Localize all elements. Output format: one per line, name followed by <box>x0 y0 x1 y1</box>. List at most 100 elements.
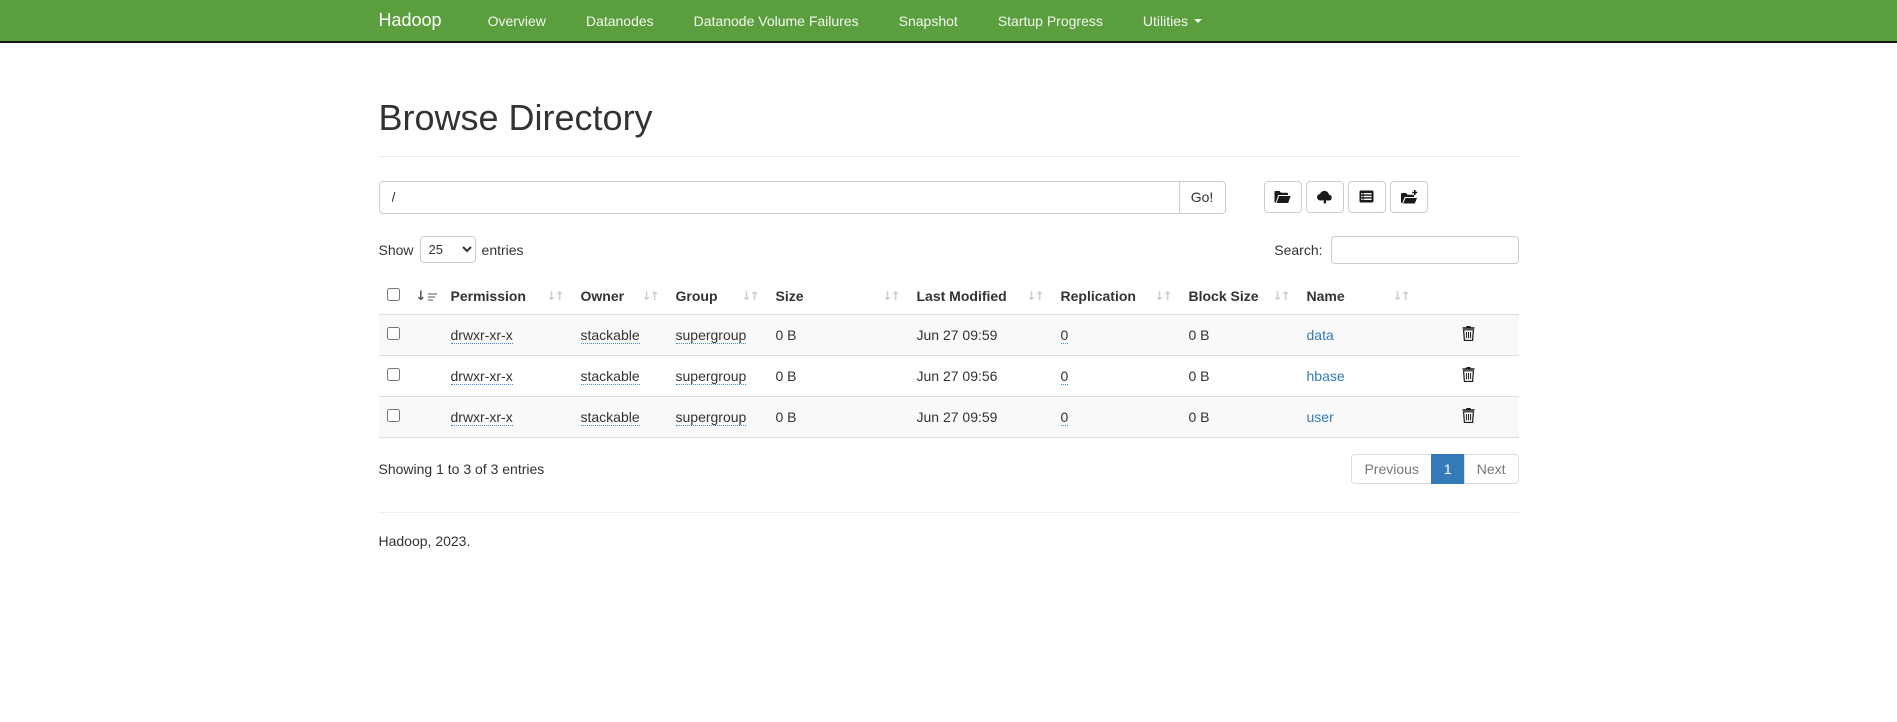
navbar-brand[interactable]: Hadoop <box>379 10 442 31</box>
owner-cell: stackable <box>573 356 668 397</box>
owner-value[interactable]: stackable <box>581 327 640 344</box>
go-button[interactable]: Go! <box>1179 181 1226 214</box>
open-directory-button[interactable] <box>1264 181 1302 213</box>
pagination-previous[interactable]: Previous <box>1351 454 1431 484</box>
group-value[interactable]: supergroup <box>676 368 747 385</box>
permission-value[interactable]: drwxr-xr-x <box>451 327 513 344</box>
upload-file-button[interactable] <box>1306 181 1344 213</box>
show-label: Show <box>379 242 414 258</box>
list-alt-icon <box>1359 190 1374 203</box>
directory-table: ↓Permission↓↑Owner↓↑Group↓↑Size↓↑Last Mo… <box>379 278 1519 439</box>
sort-icon: ↓↑ <box>882 289 898 303</box>
delete-button[interactable] <box>1462 408 1475 426</box>
trash-icon <box>1462 329 1475 344</box>
pagination-page-1[interactable]: 1 <box>1431 454 1465 484</box>
select-cell <box>379 315 443 356</box>
sort-icon: ↓↑ <box>1272 289 1288 303</box>
replication-cell: 0 <box>1053 356 1181 397</box>
replication-value[interactable]: 0 <box>1061 327 1069 344</box>
name-cell: hbase <box>1299 356 1419 397</box>
size-cell: 0 B <box>768 356 909 397</box>
sort-icon: ↓↑ <box>1154 289 1170 303</box>
size-cell: 0 B <box>768 315 909 356</box>
nav-item-utilities[interactable]: Utilities <box>1128 0 1217 41</box>
nav-item-datanodes[interactable]: Datanodes <box>571 0 669 41</box>
last-modified-cell: Jun 27 09:59 <box>909 397 1053 438</box>
new-folder-icon <box>1400 190 1418 204</box>
sort-icon: ↓↑ <box>546 289 562 303</box>
permission-cell: drwxr-xr-x <box>443 356 573 397</box>
owner-value[interactable]: stackable <box>581 368 640 385</box>
path-input-group: Go! <box>379 181 1226 214</box>
directory-path-input[interactable] <box>379 181 1180 214</box>
group-cell: supergroup <box>668 315 768 356</box>
select-all-checkbox[interactable] <box>387 288 400 301</box>
footer-text: Hadoop, 2023. <box>379 533 1519 549</box>
group-cell: supergroup <box>668 397 768 438</box>
column-header-permission[interactable]: Permission↓↑ <box>443 278 573 315</box>
last-modified-cell: Jun 27 09:56 <box>909 356 1053 397</box>
column-header-last_modified[interactable]: Last Modified↓↑ <box>909 278 1053 315</box>
owner-value[interactable]: stackable <box>581 409 640 426</box>
nav-item-datanode-volume-failures[interactable]: Datanode Volume Failures <box>679 0 874 41</box>
row-checkbox[interactable] <box>387 409 400 422</box>
column-header-name[interactable]: Name↓↑ <box>1299 278 1419 315</box>
select-cell <box>379 356 443 397</box>
replication-cell: 0 <box>1053 315 1181 356</box>
column-header-actions <box>1419 278 1519 315</box>
directory-link[interactable]: user <box>1307 409 1334 425</box>
table-row: drwxr-xr-xstackablesupergroup0 BJun 27 0… <box>379 315 1519 356</box>
replication-cell: 0 <box>1053 397 1181 438</box>
group-cell: supergroup <box>668 356 768 397</box>
table-body: drwxr-xr-xstackablesupergroup0 BJun 27 0… <box>379 315 1519 438</box>
size-cell: 0 B <box>768 397 909 438</box>
permission-cell: drwxr-xr-x <box>443 315 573 356</box>
column-header-select[interactable]: ↓ <box>379 278 443 315</box>
row-checkbox[interactable] <box>387 327 400 340</box>
folder-open-icon <box>1274 190 1291 204</box>
pagination-next[interactable]: Next <box>1464 454 1519 484</box>
navbar-menu: OverviewDatanodesDatanode Volume Failure… <box>468 0 1222 41</box>
search-input[interactable] <box>1331 236 1519 264</box>
replication-value[interactable]: 0 <box>1061 409 1069 426</box>
trash-icon <box>1462 370 1475 385</box>
search-label: Search: <box>1274 242 1322 258</box>
create-directory-button[interactable] <box>1390 181 1428 213</box>
column-label: Name <box>1307 288 1345 304</box>
nav-item-snapshot[interactable]: Snapshot <box>884 0 973 41</box>
column-header-replication[interactable]: Replication↓↑ <box>1053 278 1181 315</box>
cut-paste-button[interactable] <box>1348 181 1386 213</box>
directory-link[interactable]: data <box>1307 327 1334 343</box>
page-size-control: Show 25 entries <box>379 236 524 263</box>
actions-cell <box>1419 356 1519 397</box>
group-value[interactable]: supergroup <box>676 327 747 344</box>
column-header-size[interactable]: Size ↓↑ <box>768 278 909 315</box>
pagination: Previous 1 Next <box>1352 454 1518 484</box>
nav-item-startup-progress[interactable]: Startup Progress <box>983 0 1118 41</box>
block-size-cell: 0 B <box>1181 356 1299 397</box>
nav-item-overview[interactable]: Overview <box>473 0 561 41</box>
replication-value[interactable]: 0 <box>1061 368 1069 385</box>
group-value[interactable]: supergroup <box>676 409 747 426</box>
permission-value[interactable]: drwxr-xr-x <box>451 368 513 385</box>
page-size-select[interactable]: 25 <box>420 236 476 263</box>
row-checkbox[interactable] <box>387 368 400 381</box>
actions-cell <box>1419 315 1519 356</box>
permission-cell: drwxr-xr-x <box>443 397 573 438</box>
column-header-block_size[interactable]: Block Size↓↑ <box>1181 278 1299 315</box>
column-header-group[interactable]: Group↓↑ <box>668 278 768 315</box>
column-header-owner[interactable]: Owner↓↑ <box>573 278 668 315</box>
cloud-upload-icon <box>1316 190 1334 204</box>
delete-button[interactable] <box>1462 367 1475 385</box>
column-label: Size <box>776 288 804 304</box>
actions-cell <box>1419 397 1519 438</box>
delete-button[interactable] <box>1462 326 1475 344</box>
owner-cell: stackable <box>573 315 668 356</box>
path-form: Go! <box>379 181 1519 214</box>
sort-icon: ↓↑ <box>641 289 657 303</box>
table-controls: Show 25 entries Search: <box>379 236 1519 264</box>
column-label: Group <box>676 288 718 304</box>
permission-value[interactable]: drwxr-xr-x <box>451 409 513 426</box>
directory-link[interactable]: hbase <box>1307 368 1345 384</box>
block-size-cell: 0 B <box>1181 397 1299 438</box>
